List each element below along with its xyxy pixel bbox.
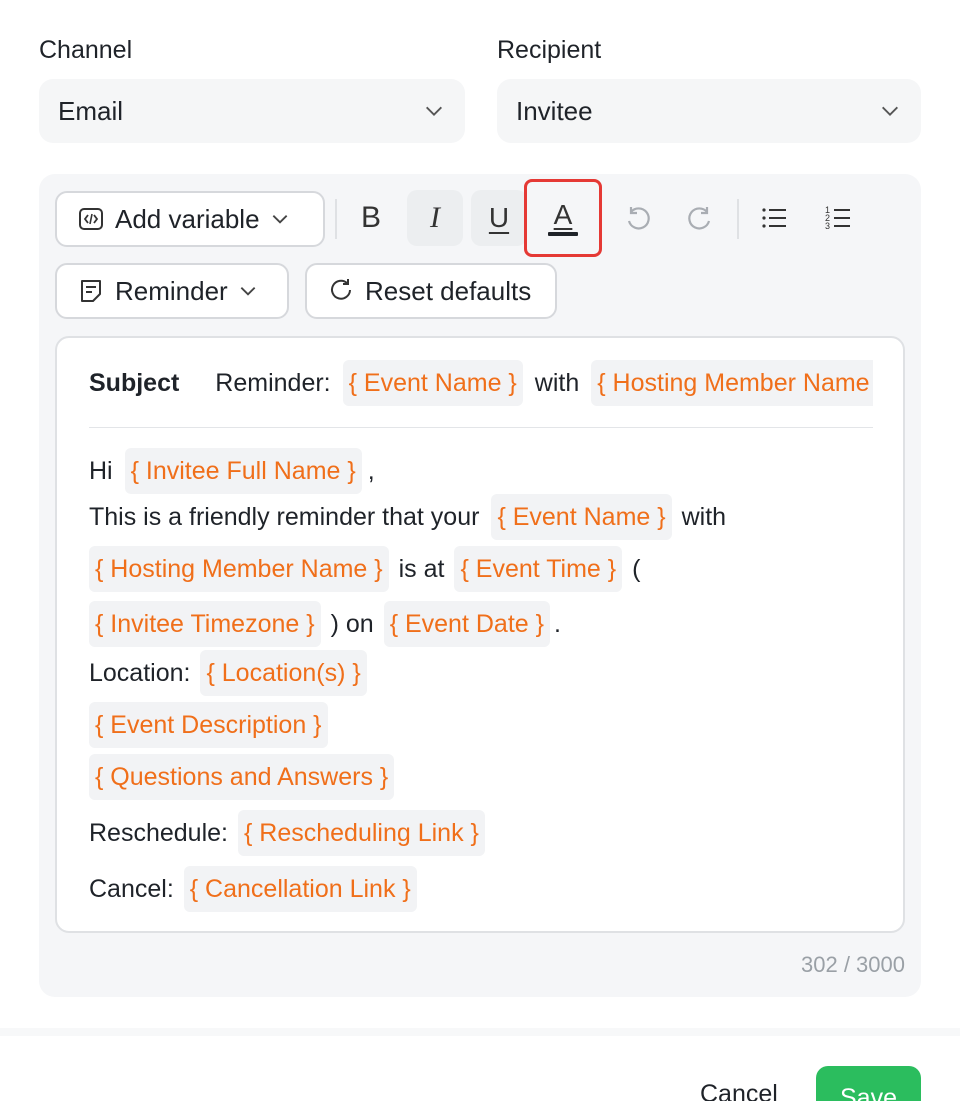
recipient-label: Recipient [497, 36, 602, 64]
body-line: Hi { Invitee Full Name } , [89, 448, 375, 494]
subject-prefix: Reminder: [215, 368, 331, 397]
reset-defaults-label: Reset defaults [365, 275, 532, 306]
variable-chip[interactable]: { Hosting Member Name } [591, 360, 873, 406]
recipient-select[interactable]: Invitee [497, 79, 921, 143]
character-counter: 302 / 3000 [801, 952, 905, 977]
variable-chip[interactable]: { Event Name } [342, 360, 523, 406]
body-line: { Hosting Member Name } is at { Event Ti… [89, 546, 640, 592]
undo-button[interactable] [609, 190, 665, 246]
underline-icon: U [488, 202, 510, 233]
body-text: This is a friendly reminder that your [89, 502, 480, 531]
body-text: , [367, 456, 375, 485]
variable-chip[interactable]: { Event Name } [491, 494, 672, 540]
body-text: Cancel: [89, 874, 174, 903]
svg-text:3: 3 [825, 221, 830, 231]
chevron-down-icon [272, 215, 287, 224]
body-text: Location: [89, 658, 191, 687]
subject-label: Subject [89, 368, 180, 397]
bold-icon: B [360, 201, 381, 234]
body-text: Reschedule: [89, 818, 228, 847]
redo-button[interactable] [673, 190, 729, 246]
variable-chip[interactable]: { Event Time } [454, 546, 623, 592]
italic-icon: I [430, 201, 440, 234]
note-icon [81, 280, 101, 302]
body-text: is at [398, 554, 445, 583]
add-variable-button[interactable]: Add variable [55, 191, 325, 247]
reset-defaults-button[interactable]: Reset defaults [305, 263, 557, 319]
body-text: Hi [89, 456, 113, 485]
cancel-button[interactable]: Cancel [700, 1080, 778, 1101]
chevron-down-icon [426, 106, 442, 116]
chevron-down-icon [240, 287, 256, 296]
variable-chip[interactable]: { Location(s) } [200, 650, 367, 696]
variable-chip[interactable]: { Event Description } [89, 702, 328, 748]
variable-chip[interactable]: { Invitee Timezone } [89, 601, 321, 647]
channel-select[interactable]: Email [39, 79, 465, 143]
numbered-list-icon: 1 2 3 [825, 205, 850, 231]
chevron-down-icon [882, 106, 898, 116]
body-line: { Questions and Answers } [89, 754, 395, 800]
subject-divider [89, 427, 873, 428]
recipient-value: Invitee [516, 95, 593, 126]
undo-icon [627, 207, 650, 230]
footer-divider [0, 1028, 960, 1036]
body-line: Reschedule: { Rescheduling Link } [89, 810, 485, 856]
redo-icon [688, 207, 711, 230]
body-line: { Invitee Timezone } ) on { Event Date }… [89, 601, 561, 647]
template-dropdown[interactable]: Reminder [55, 263, 289, 319]
body-text: ) on [330, 609, 374, 638]
italic-button[interactable]: I [407, 190, 463, 246]
code-icon [79, 208, 103, 230]
add-variable-label: Add variable [115, 203, 260, 234]
variable-chip[interactable]: { Cancellation Link } [183, 866, 417, 912]
highlight-box [524, 179, 602, 257]
bullet-list-button[interactable] [746, 190, 802, 246]
underline-button[interactable]: U [471, 190, 527, 246]
save-button[interactable]: Save [816, 1066, 921, 1101]
subject-with: with [534, 368, 580, 397]
refresh-icon [331, 279, 351, 300]
subject-row[interactable]: Subject Reminder: { Event Name } with { … [89, 358, 873, 408]
numbered-list-button[interactable]: 1 2 3 [810, 190, 866, 246]
variable-chip[interactable]: { Questions and Answers } [89, 754, 395, 800]
body-text: . [553, 609, 561, 638]
body-text: ( [632, 554, 641, 583]
variable-chip[interactable]: { Hosting Member Name } [89, 546, 389, 592]
variable-chip[interactable]: { Invitee Full Name } [124, 448, 362, 494]
body-line: This is a friendly reminder that your { … [89, 494, 726, 540]
body-line: Location: { Location(s) } [89, 650, 367, 696]
template-label: Reminder [115, 275, 228, 306]
channel-label: Channel [39, 36, 133, 64]
bold-button[interactable]: B [343, 190, 399, 246]
channel-value: Email [58, 95, 124, 126]
body-text: with [681, 502, 727, 531]
body-line: { Event Description } [89, 702, 328, 748]
message-content[interactable]: Subject Reminder: { Event Name } with { … [55, 336, 905, 933]
body-line: Cancel: { Cancellation Link } [89, 866, 417, 912]
bullet-list-icon [762, 208, 786, 228]
variable-chip[interactable]: { Event Date } [383, 601, 550, 647]
variable-chip[interactable]: { Rescheduling Link } [237, 810, 485, 856]
